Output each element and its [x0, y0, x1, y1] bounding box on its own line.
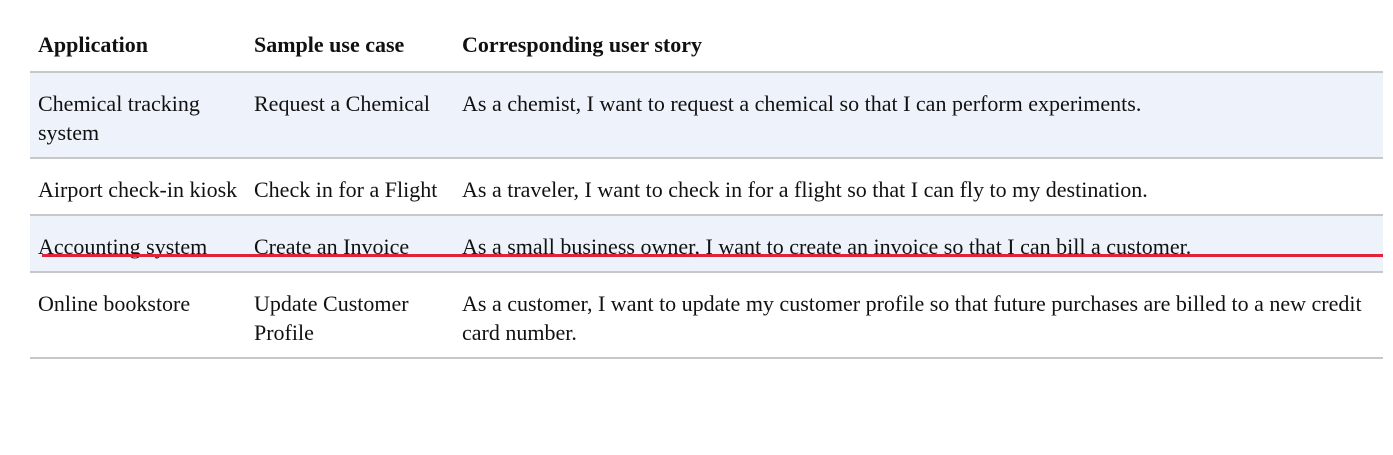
cell-user-story: As a chemist, I want to request a chemic… — [454, 72, 1383, 159]
table-row: Chemical tracking system Request a Chemi… — [30, 72, 1383, 159]
cell-user-story: As a customer, I want to update my custo… — [454, 272, 1383, 359]
table-row: Airport check-in kiosk Check in for a Fl… — [30, 158, 1383, 216]
cell-user-story: As a small business owner, I want to cre… — [454, 215, 1383, 273]
table-body: Chemical tracking system Request a Chemi… — [30, 72, 1383, 359]
cell-use-case: Check in for a Flight — [246, 158, 454, 216]
table-row: Accounting system Create an Invoice As a… — [30, 215, 1383, 273]
header-sample-use-case: Sample use case — [246, 22, 454, 73]
cell-application: Airport check-in kiosk — [30, 158, 246, 216]
cell-user-story: As a traveler, I want to check in for a … — [454, 158, 1383, 216]
table-row: Online bookstore Update Customer Profile… — [30, 272, 1383, 359]
cell-use-case: Create an Invoice — [246, 215, 454, 273]
cell-use-case: Update Customer Profile — [246, 272, 454, 359]
use-case-table-container: Application Sample use case Correspondin… — [30, 22, 1383, 359]
cell-application: Chemical tracking system — [30, 72, 246, 159]
header-application: Application — [30, 22, 246, 73]
use-case-table: Application Sample use case Correspondin… — [30, 22, 1383, 359]
cell-application: Accounting system — [30, 215, 246, 273]
table-header: Application Sample use case Correspondin… — [30, 22, 1383, 73]
cell-application: Online bookstore — [30, 272, 246, 359]
header-corresponding-user-story: Corresponding user story — [454, 22, 1383, 73]
cell-use-case: Request a Chemical — [246, 72, 454, 159]
header-row: Application Sample use case Correspondin… — [30, 22, 1383, 73]
highlight-divider-line — [42, 254, 1383, 257]
